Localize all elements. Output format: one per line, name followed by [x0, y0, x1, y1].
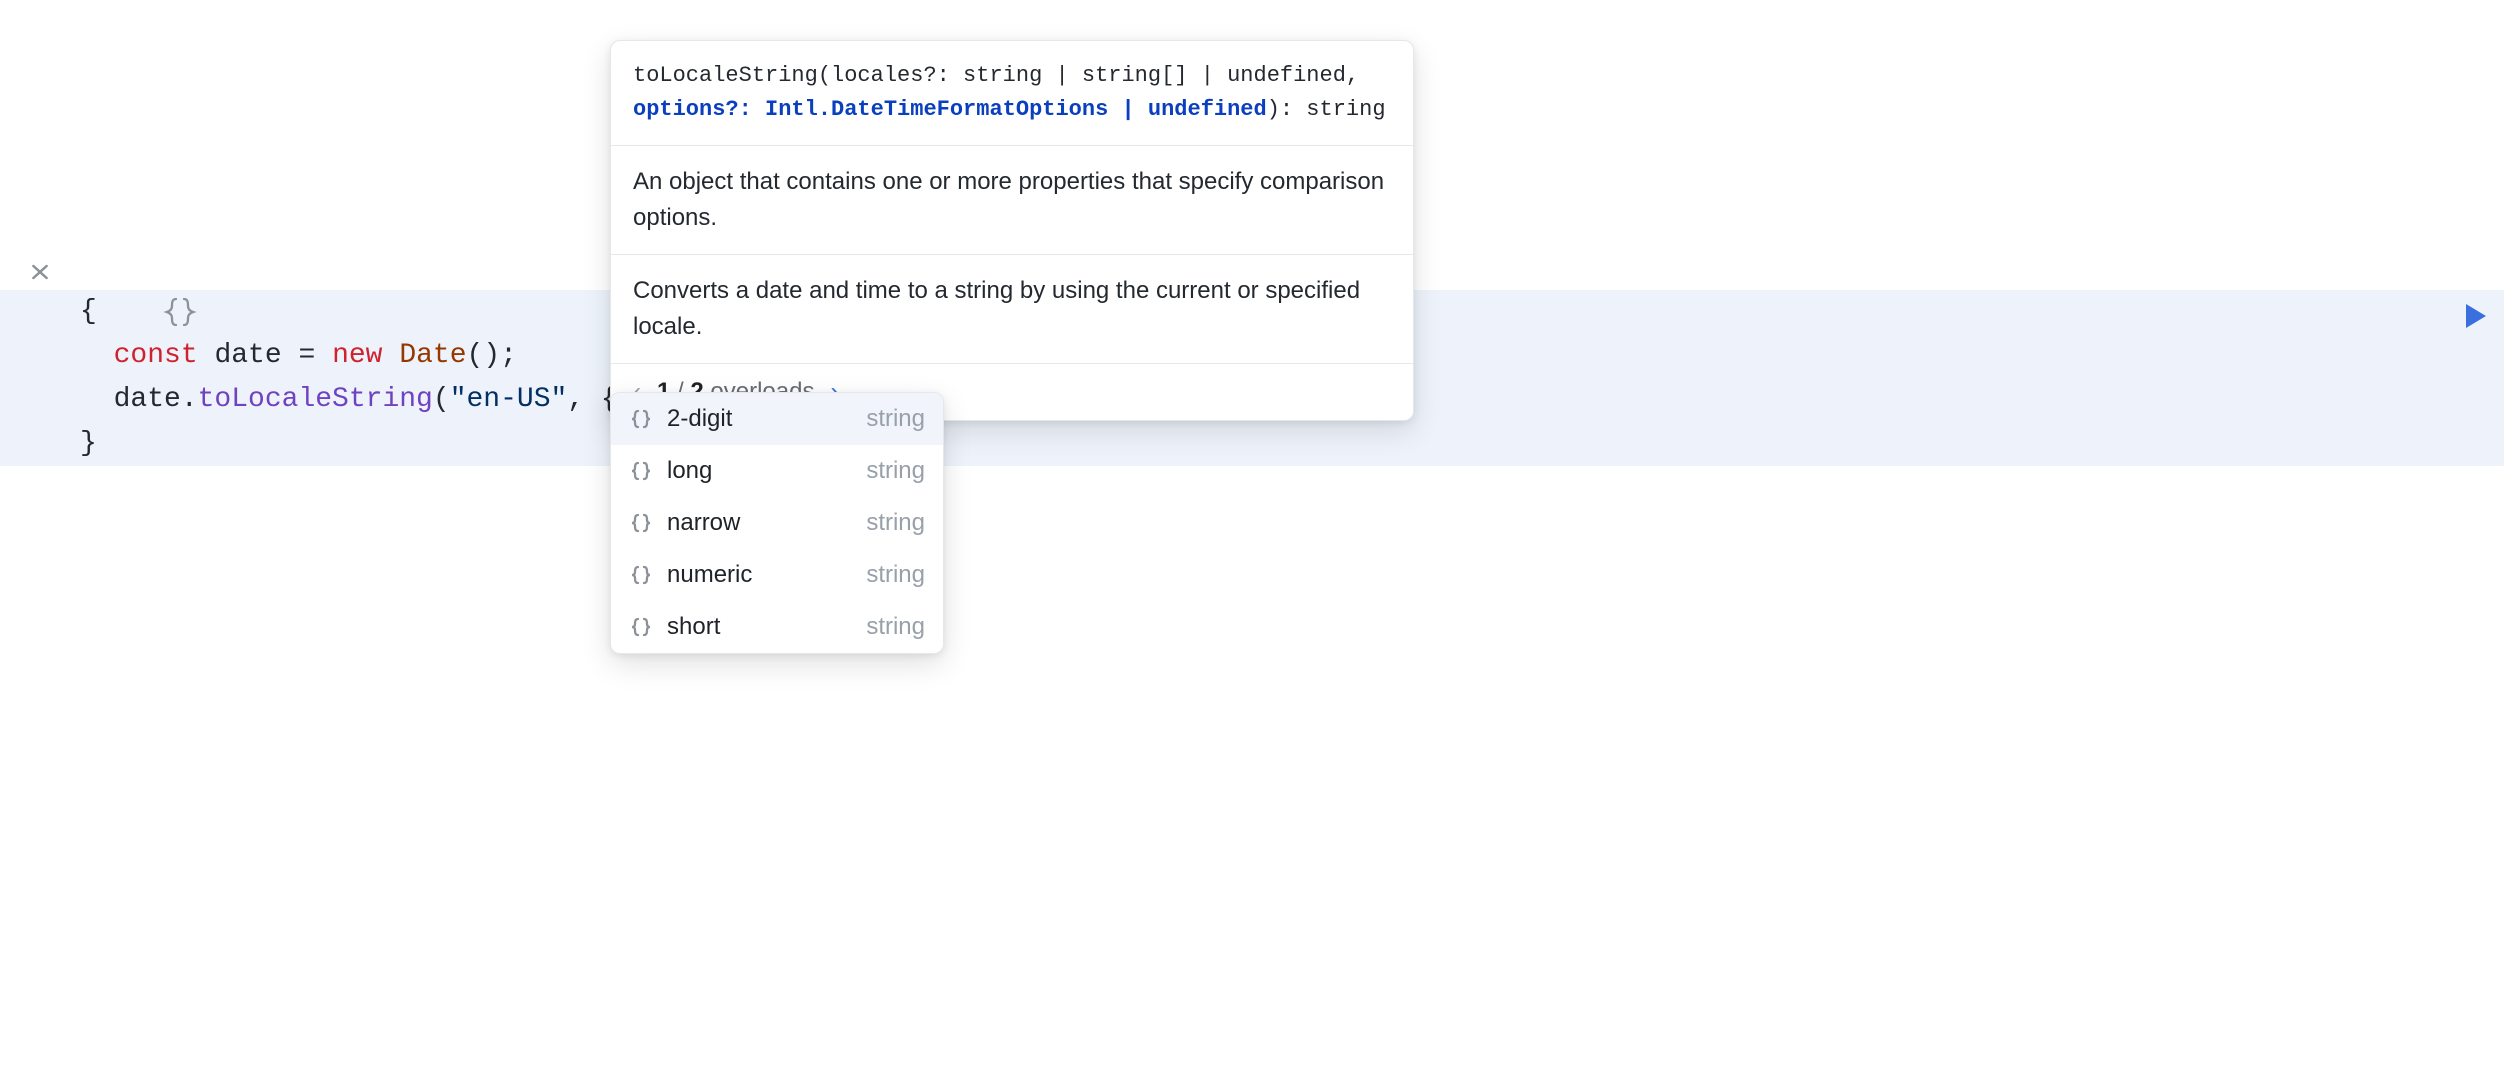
autocomplete-item[interactable]: narrow string	[611, 497, 943, 549]
keyword-new: new	[332, 340, 382, 371]
autocomplete-item[interactable]: short string	[611, 601, 943, 653]
method-call: toLocaleString	[198, 384, 433, 415]
autocomplete-kind: string	[866, 613, 925, 641]
code-line[interactable]: }	[0, 422, 2504, 466]
autocomplete-popup: 2-digit string long string narrow string…	[610, 392, 944, 654]
signature-help-popup: toLocaleString(locales?: string | string…	[610, 40, 1414, 421]
autocomplete-kind: string	[866, 405, 925, 433]
autocomplete-label: short	[667, 613, 852, 641]
autocomplete-item[interactable]: long string	[611, 445, 943, 497]
value-icon	[629, 459, 653, 483]
value-icon	[629, 563, 653, 587]
autocomplete-label: numeric	[667, 561, 852, 589]
autocomplete-item[interactable]: numeric string	[611, 549, 943, 601]
brace-gutter-icon	[28, 250, 64, 286]
autocomplete-label: narrow	[667, 509, 852, 537]
value-icon	[629, 615, 653, 639]
autocomplete-item[interactable]: 2-digit string	[611, 393, 943, 445]
autocomplete-label: long	[667, 457, 852, 485]
signature-param-doc: An object that contains one or more prop…	[611, 145, 1413, 254]
autocomplete-kind: string	[866, 509, 925, 537]
signature-active-parameter: options?: Intl.DateTimeFormatOptions | u…	[633, 97, 1267, 122]
run-cell-icon[interactable]	[2458, 300, 2490, 332]
signature-method-doc: Converts a date and time to a string by …	[611, 254, 1413, 363]
autocomplete-kind: string	[866, 561, 925, 589]
string-literal: "en-US"	[450, 384, 568, 415]
value-icon	[629, 407, 653, 431]
autocomplete-kind: string	[866, 457, 925, 485]
autocomplete-label: 2-digit	[667, 405, 852, 433]
brace-close: }	[80, 428, 97, 459]
value-icon	[629, 511, 653, 535]
signature-text: toLocaleString(locales?: string | string…	[611, 41, 1413, 145]
identifier: date	[214, 340, 281, 371]
type-name: Date	[399, 340, 466, 371]
